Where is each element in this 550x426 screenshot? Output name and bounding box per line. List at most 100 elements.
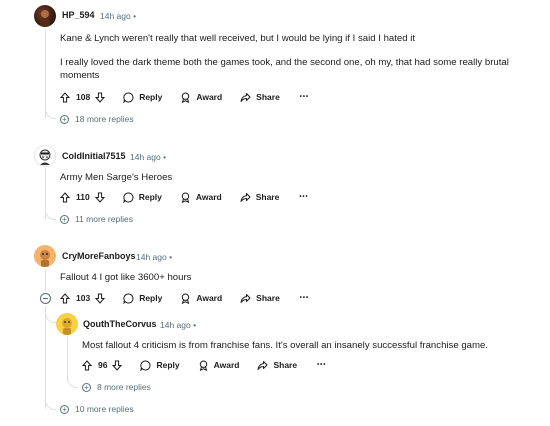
avatar[interactable]: [34, 5, 56, 27]
upvote-icon: [60, 292, 70, 303]
comment-action-bar: 96 Reply Award Share •••: [82, 357, 326, 373]
upvote-button[interactable]: [82, 359, 92, 371]
more-replies-label: 8 more replies: [97, 382, 151, 392]
upvote-icon: [82, 359, 92, 370]
upvote-button[interactable]: [60, 91, 70, 103]
reply-button[interactable]: Reply: [140, 359, 180, 371]
vote-count: 108: [76, 92, 91, 102]
comment-timestamp: 14h ago •: [130, 152, 167, 162]
share-icon: [240, 92, 251, 102]
downvote-button[interactable]: [94, 192, 105, 203]
share-button[interactable]: Share: [240, 92, 280, 103]
comment-icon: [123, 91, 134, 103]
comment-author[interactable]: ColdInitial7515: [62, 151, 126, 161]
upvote-button[interactable]: [60, 191, 70, 203]
share-icon: [257, 360, 268, 370]
collapse-thread-button[interactable]: [40, 293, 51, 304]
upvote-icon: [60, 191, 70, 202]
reply-label: Reply: [139, 92, 163, 102]
reply-button[interactable]: Reply: [123, 292, 163, 304]
plus-circle-icon: +: [82, 382, 91, 392]
overflow-menu-icon[interactable]: •••: [300, 295, 309, 301]
more-replies-label: 10 more replies: [75, 404, 134, 414]
reply-button[interactable]: Reply: [123, 191, 162, 203]
plus-circle-icon: +: [60, 404, 69, 414]
award-icon: [182, 91, 190, 103]
plus-circle-icon: +: [60, 214, 69, 224]
avatar[interactable]: [34, 245, 56, 267]
reply-button[interactable]: Reply: [123, 91, 163, 103]
downvote-icon: [95, 293, 106, 304]
share-icon: [240, 293, 251, 303]
downvote-button[interactable]: [112, 360, 123, 371]
award-label: Award: [213, 360, 240, 370]
avatar[interactable]: [34, 145, 56, 167]
award-icon: [182, 292, 190, 304]
reply-label: Reply: [138, 192, 162, 202]
thread-line: [45, 269, 46, 291]
comment-icon: [123, 292, 134, 304]
more-replies-label: 11 more replies: [75, 214, 133, 224]
award-icon: [199, 359, 207, 371]
award-icon: [181, 191, 190, 203]
vote-count: 96: [98, 360, 108, 370]
thread-line: [45, 306, 46, 409]
upvote-icon: [60, 91, 70, 102]
more-replies-link[interactable]: + 8 more replies: [82, 382, 151, 392]
overflow-menu-icon[interactable]: •••: [299, 194, 308, 200]
more-replies-link[interactable]: + 11 more replies: [60, 214, 133, 224]
comment-timestamp: 14h ago •: [136, 252, 173, 262]
plus-circle-icon: +: [60, 114, 69, 124]
comment-author[interactable]: QouthTheCorvus: [83, 319, 157, 329]
award-label: Award: [196, 92, 223, 102]
comment-body: I really loved the dark theme both the g…: [60, 57, 509, 81]
award-button[interactable]: Award: [180, 292, 223, 304]
comment-timestamp: 14h ago •: [160, 320, 197, 330]
reply-label: Reply: [139, 293, 163, 303]
reply-label: Reply: [156, 360, 180, 370]
comment-body: Fallout 4 I got like 3600+ hours: [60, 272, 192, 283]
downvote-icon: [94, 192, 105, 203]
comment-author[interactable]: HP_594: [62, 10, 95, 20]
thread-connector: [67, 374, 78, 388]
share-label: Share: [256, 293, 280, 303]
comment-action-bar: 108 Reply Award Share •••: [60, 89, 309, 105]
downvote-icon: [112, 360, 123, 371]
share-label: Share: [256, 92, 280, 102]
thread-connector: [45, 105, 56, 119]
downvote-button[interactable]: [95, 92, 106, 103]
comment-action-bar: 110 Reply Award Share •••: [60, 189, 309, 205]
downvote-button[interactable]: [95, 293, 106, 304]
more-replies-link[interactable]: + 18 more replies: [60, 114, 134, 124]
share-label: Share: [273, 360, 298, 370]
more-replies-link[interactable]: + 10 more replies: [60, 404, 134, 414]
share-button[interactable]: Share: [240, 192, 280, 203]
award-label: Award: [195, 192, 222, 202]
comment-action-bar: 103 Reply Award Share •••: [60, 290, 309, 306]
award-button[interactable]: Award: [180, 191, 222, 203]
comment-body: Army Men Sarge's Heroes: [60, 172, 173, 183]
comment-timestamp: 14h ago •: [100, 11, 137, 21]
overflow-menu-icon[interactable]: •••: [317, 362, 326, 368]
share-button[interactable]: Share: [240, 293, 280, 304]
upvote-button[interactable]: [60, 292, 70, 304]
award-label: Award: [196, 293, 223, 303]
comment-body: Kane & Lynch weren't really that well re…: [60, 33, 416, 44]
award-button[interactable]: Award: [180, 91, 223, 103]
thread-connector: [45, 306, 56, 323]
thread-connector: [45, 396, 56, 410]
more-replies-label: 18 more replies: [75, 114, 134, 124]
share-label: Share: [255, 192, 280, 202]
downvote-icon: [95, 92, 106, 103]
comment-body: Most fallout 4 criticism is from franchi…: [82, 340, 488, 351]
comment-icon: [140, 359, 151, 371]
vote-count: 103: [76, 293, 91, 303]
thread-connector: [45, 206, 56, 220]
award-button[interactable]: Award: [198, 359, 240, 371]
share-button[interactable]: Share: [257, 360, 297, 371]
overflow-menu-icon[interactable]: •••: [300, 94, 309, 100]
share-icon: [240, 192, 251, 202]
comment-icon: [123, 191, 134, 203]
avatar[interactable]: [56, 313, 78, 335]
comment-author[interactable]: CryMoreFanboys: [62, 251, 136, 261]
